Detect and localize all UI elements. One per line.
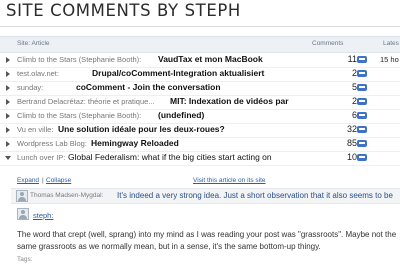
row-source: Climb to the Stars (Stephanie Booth): bbox=[17, 111, 142, 120]
row-title[interactable]: MIT: Indexation de vidéos par bbox=[170, 96, 312, 106]
expand-arrow-icon[interactable] bbox=[6, 141, 10, 147]
comment-bubble-icon[interactable] bbox=[357, 84, 367, 91]
collapse-link[interactable]: Collapse bbox=[46, 177, 71, 184]
row-source: Wordpress Lab Blog: bbox=[17, 139, 87, 148]
row-latest-time: 15 ho bbox=[380, 55, 399, 64]
table-row[interactable]: Bertrand Delacrétaz: théorie et pratique… bbox=[0, 95, 400, 110]
comment-bubble-icon[interactable] bbox=[357, 154, 367, 161]
tags-label: Tags: bbox=[17, 256, 33, 263]
comment-text: It's indeed a very strong idea. Just a s… bbox=[117, 191, 393, 200]
title-divider bbox=[0, 26, 400, 27]
row-source: sunday: bbox=[17, 83, 44, 92]
table-row[interactable]: sunday: coComment - Join the conversatio… bbox=[0, 81, 400, 96]
comment-bubble-icon[interactable] bbox=[357, 126, 367, 133]
comment-bubble-icon[interactable] bbox=[357, 56, 367, 63]
comment-item: Thomas Madsen-Mygdal: It's indeed a very… bbox=[11, 188, 400, 204]
expand-arrow-icon[interactable] bbox=[6, 127, 10, 133]
expand-arrow-icon[interactable] bbox=[6, 71, 10, 77]
page-title: SITE COMMENTS BY STEPH bbox=[6, 1, 241, 20]
row-title[interactable]: (undefined) bbox=[158, 110, 308, 120]
row-title[interactable]: Hemingway Reloaded bbox=[91, 138, 311, 148]
table-row[interactable]: Wordpress Lab Blog: Hemingway Reloaded 8… bbox=[0, 137, 400, 152]
row-comment-count: 2 bbox=[351, 68, 357, 78]
row-source: Vu en ville: bbox=[17, 125, 54, 134]
avatar-icon bbox=[17, 208, 29, 220]
expand-arrow-icon[interactable] bbox=[6, 85, 10, 91]
row-source: Lunch over IP: bbox=[17, 153, 66, 162]
row-source: Climb to the Stars (Stephanie Booth): bbox=[17, 55, 142, 64]
header-comments[interactable]: Comments bbox=[312, 40, 343, 47]
comment-text: The word that crept (well, sprang) into … bbox=[17, 230, 397, 251]
row-comment-count: 5 bbox=[351, 82, 357, 92]
header-latest[interactable]: Lates bbox=[383, 40, 399, 47]
row-comment-count: 10 bbox=[346, 152, 357, 162]
expand-arrow-icon[interactable] bbox=[6, 99, 10, 105]
table-row-expanded[interactable]: Lunch over IP: Global Federalism: what i… bbox=[0, 151, 400, 166]
avatar-icon bbox=[16, 190, 28, 202]
row-comment-count: 2 bbox=[351, 96, 357, 106]
comment-author[interactable]: steph: bbox=[33, 211, 53, 220]
collapse-arrow-icon[interactable] bbox=[5, 156, 11, 160]
row-title[interactable]: VaudTax et mon MacBook bbox=[158, 54, 308, 64]
table-header: Site: Article Comments Lates bbox=[0, 36, 400, 53]
table-row[interactable]: Vu en ville: Une solution idéale pour le… bbox=[0, 123, 400, 138]
comment-bubble-icon[interactable] bbox=[357, 140, 367, 147]
header-site-article[interactable]: Site: Article bbox=[17, 40, 50, 47]
comment-author[interactable]: Thomas Madsen-Mygdal: bbox=[30, 192, 103, 199]
row-title[interactable]: Global Federalism: what if the big citie… bbox=[68, 152, 330, 162]
link-separator: | bbox=[42, 177, 44, 184]
visit-article-link[interactable]: Visit this article on its site bbox=[193, 177, 266, 184]
row-title[interactable]: coComment - Join the conversation bbox=[76, 82, 312, 92]
row-source: Bertrand Delacrétaz: théorie et pratique… bbox=[17, 97, 155, 106]
row-source: test.olav.net: bbox=[17, 69, 59, 78]
row-comment-count: 85 bbox=[346, 138, 357, 148]
row-title[interactable]: Une solution idéale pour les deux-roues? bbox=[58, 124, 312, 134]
table-row[interactable]: Climb to the Stars (Stephanie Booth): Va… bbox=[0, 53, 400, 68]
row-comment-count: 6 bbox=[351, 110, 357, 120]
row-comment-count: 32 bbox=[346, 124, 357, 134]
table-row[interactable]: Climb to the Stars (Stephanie Booth): (u… bbox=[0, 109, 400, 124]
expanded-article-panel: Expand | Collapse Visit this article on … bbox=[0, 168, 400, 265]
row-comment-count: 11 bbox=[347, 54, 357, 64]
row-title[interactable]: Drupal/coComment-Integration aktualisier… bbox=[92, 68, 312, 78]
comment-bubble-icon[interactable] bbox=[357, 98, 367, 105]
expand-arrow-icon[interactable] bbox=[6, 113, 10, 119]
expand-link[interactable]: Expand bbox=[17, 177, 39, 184]
comment-bubble-icon[interactable] bbox=[357, 70, 367, 77]
expand-arrow-icon[interactable] bbox=[6, 57, 10, 63]
table-row[interactable]: test.olav.net: Drupal/coComment-Integrat… bbox=[0, 67, 400, 82]
comment-bubble-icon[interactable] bbox=[357, 112, 367, 119]
